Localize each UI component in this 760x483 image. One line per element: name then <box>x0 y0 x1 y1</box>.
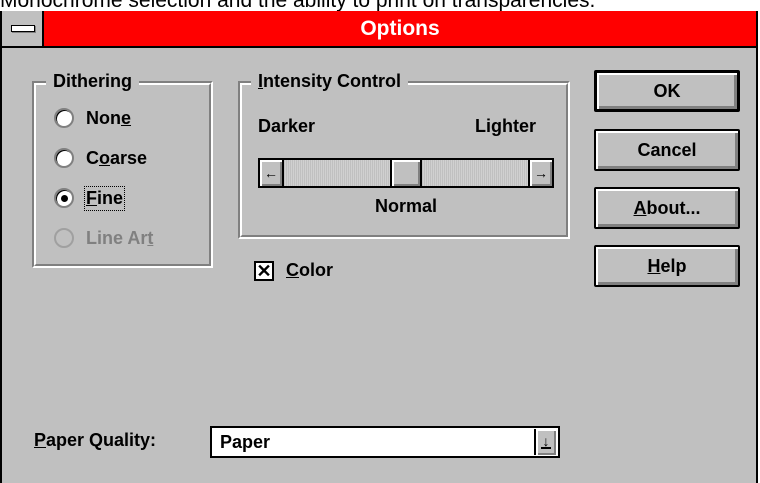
options-dialog: Options Dithering None Coarse Fine Line … <box>0 11 758 483</box>
radio-fine-label: Fine <box>83 185 126 211</box>
radio-coarse-label: Coarse <box>86 147 148 168</box>
darker-label: Darker <box>258 116 316 136</box>
scroll-left-icon[interactable]: ← <box>260 160 284 186</box>
scroll-thumb[interactable] <box>390 160 422 186</box>
intensity-value: Normal <box>374 196 437 216</box>
ok-button[interactable]: OK <box>594 70 740 112</box>
paper-quality-label: Paper Quality: <box>34 430 157 450</box>
intensity-scrollbar[interactable]: ← → <box>258 158 554 188</box>
radio-fine[interactable]: Fine <box>54 185 126 211</box>
radio-fine-indicator <box>54 188 74 208</box>
radio-coarse[interactable]: Coarse <box>54 146 147 170</box>
paper-quality-select[interactable]: Paper ↓ <box>210 426 560 458</box>
radio-none[interactable]: None <box>54 106 131 130</box>
lighter-label: Lighter <box>475 116 536 136</box>
radio-line-art[interactable]: Line Art <box>54 226 153 250</box>
radio-none-indicator <box>54 108 74 128</box>
paper-quality-value: Paper <box>220 432 271 452</box>
dithering-legend: Dithering <box>46 70 139 92</box>
cancel-button[interactable]: Cancel <box>594 129 740 171</box>
radio-coarse-indicator <box>54 148 74 168</box>
window-title: Options <box>360 17 440 40</box>
scroll-right-icon[interactable]: → <box>528 160 552 186</box>
title-bar[interactable]: Options <box>2 11 756 48</box>
color-checkbox-box: ✕ <box>254 260 274 281</box>
system-menu-icon <box>11 25 35 32</box>
system-menu-button[interactable] <box>2 11 44 46</box>
radio-none-label: None <box>86 107 132 128</box>
radio-line-art-indicator <box>54 228 74 248</box>
radio-line-art-label: Line Art <box>86 227 154 248</box>
dropdown-arrow-icon[interactable]: ↓ <box>534 429 556 455</box>
background-caption: Monochrome selection and the ability to … <box>0 0 760 11</box>
help-button[interactable]: Help <box>594 245 740 287</box>
color-checkbox-label: Color <box>286 260 333 280</box>
color-checkbox[interactable]: ✕ Color <box>254 260 333 281</box>
about-button[interactable]: About... <box>594 187 740 229</box>
intensity-legend: Intensity Control <box>251 70 409 92</box>
